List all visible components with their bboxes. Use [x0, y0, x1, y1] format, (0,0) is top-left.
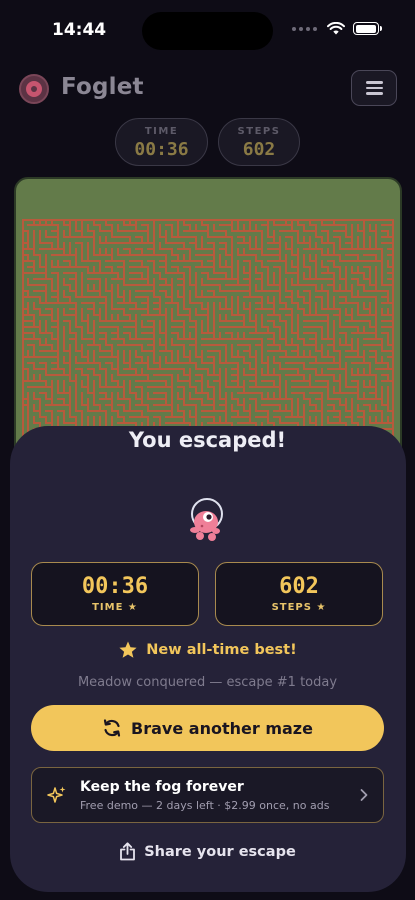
brave-another-maze-label: Brave another maze [131, 718, 313, 738]
hud-steps-pill: STEPS 602 [218, 118, 300, 166]
status-bar: 14:44 [0, 0, 415, 62]
status-time: 14:44 [52, 20, 107, 40]
app-logo [19, 74, 49, 104]
brave-another-maze-button[interactable]: Brave another maze [31, 705, 384, 751]
result-time-value: 00:36 [81, 574, 149, 599]
hud-steps-value: 602 [242, 139, 276, 160]
share-icon [120, 842, 136, 861]
share-label: Share your escape [144, 843, 296, 860]
result-time-card: 00:36 TIME ★ [31, 562, 199, 626]
status-icons [292, 22, 382, 35]
upsell-subtitle: Free demo — 2 days left · $2.99 once, no… [80, 799, 330, 812]
battery-icon [353, 22, 382, 35]
keep-fog-upsell[interactable]: Keep the fog forever Free demo — 2 days … [31, 767, 384, 823]
result-title: You escaped! [128, 428, 287, 452]
upsell-title: Keep the fog forever [80, 779, 244, 795]
result-steps-card: 602 STEPS ★ [215, 562, 383, 626]
hud-steps-label: STEPS [237, 126, 281, 137]
menu-icon [365, 81, 383, 84]
mascot-icon [190, 498, 223, 541]
hud-time-label: TIME [144, 126, 179, 137]
hud-time-pill: TIME 00:36 [115, 118, 208, 166]
share-button[interactable]: Share your escape [0, 842, 415, 861]
refresh-icon [103, 719, 121, 737]
result-time-label: TIME ★ [92, 602, 138, 613]
result-steps-label: STEPS ★ [271, 602, 327, 613]
app-header: Foglet [0, 70, 415, 110]
app-name: Foglet [61, 74, 144, 100]
chevron-right-icon [360, 789, 368, 801]
wifi-icon [327, 22, 345, 35]
conquered-text: Meadow conquered — escape #1 today [77, 675, 338, 690]
signal-icon [292, 26, 317, 31]
new-best-text: New all-time best! [146, 642, 297, 658]
new-best-banner: New all-time best! [0, 640, 415, 660]
hud-time-value: 00:36 [134, 139, 189, 160]
dynamic-island [142, 12, 273, 50]
result-steps-value: 602 [279, 574, 319, 599]
star-icon [119, 641, 137, 658]
sparkle-icon [47, 786, 66, 803]
menu-button[interactable] [351, 70, 397, 106]
